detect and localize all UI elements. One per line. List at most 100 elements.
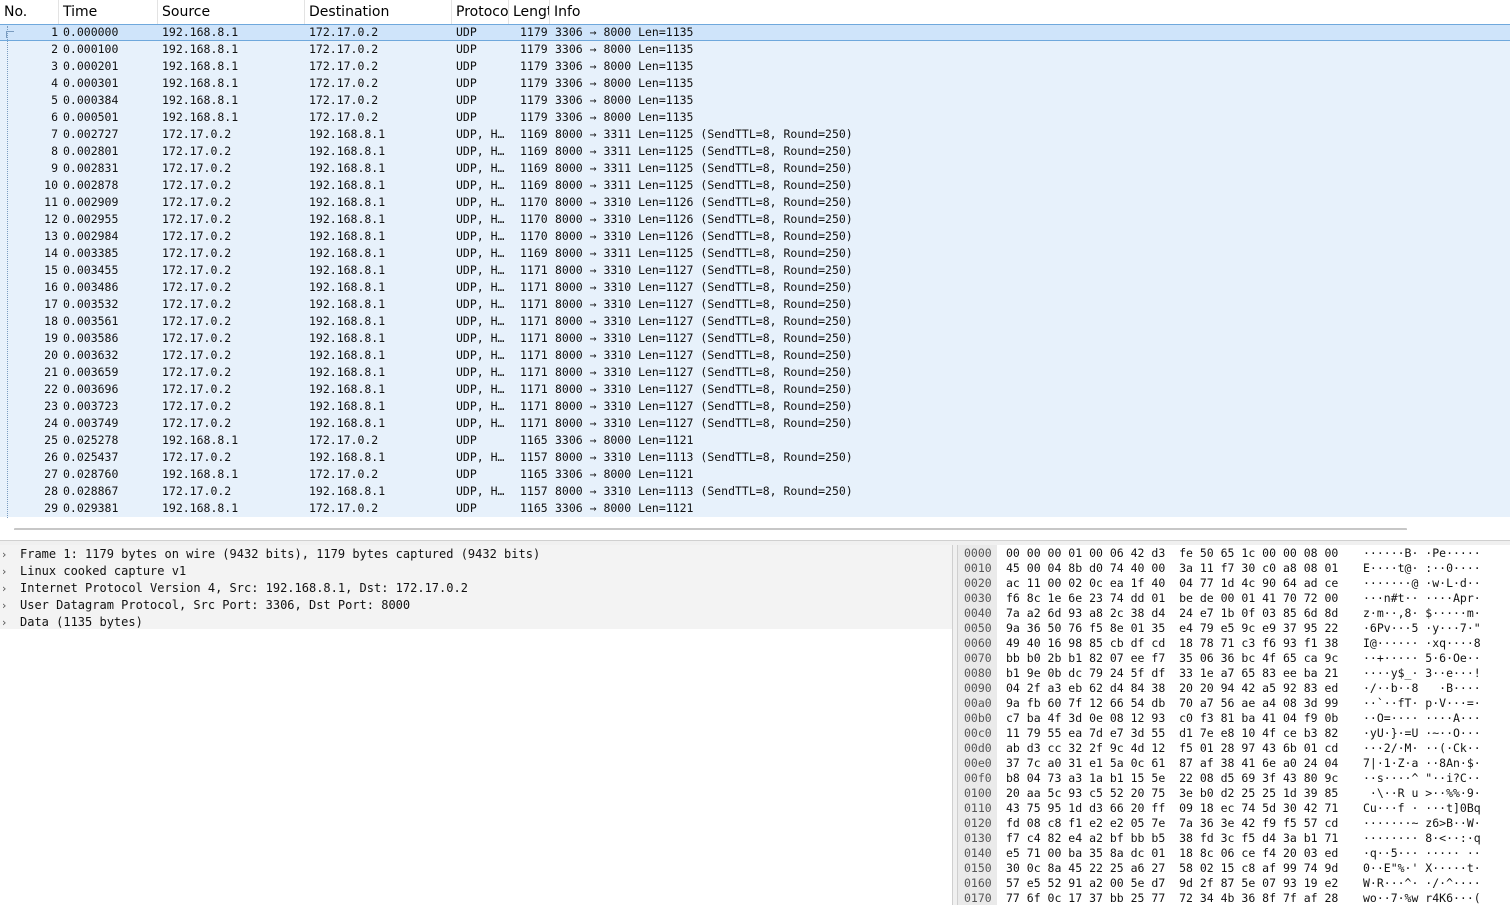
hex-offset[interactable]: 0050	[958, 621, 997, 636]
packet-row[interactable]: 17 0.003532 172.17.0.2 192.168.8.1 UDP, H… 11…	[0, 296, 1510, 313]
hex-offset[interactable]: 0170	[958, 891, 997, 905]
packet-row[interactable]: 24 0.003749 172.17.0.2 192.168.8.1 UDP, H… 11…	[0, 415, 1510, 432]
hex-offset[interactable]: 0010	[958, 561, 997, 576]
hex-bytes[interactable]: 49 40 16 98 85 cb df cd 18 78 71 c3 f6 9…	[1006, 636, 1338, 651]
packet-row[interactable]: 5 0.000384 192.168.8.1 172.17.0.2 UDP 1179 330…	[0, 92, 1510, 109]
packet-row[interactable]: 14 0.003385 172.17.0.2 192.168.8.1 UDP, H… 11…	[0, 245, 1510, 262]
horizontal-scrollbar[interactable]	[14, 528, 1407, 530]
hex-ascii[interactable]: z·m··,8· $·····m·	[1363, 606, 1481, 621]
hex-ascii[interactable]: ··s····^ "··i?C··	[1363, 771, 1481, 786]
hex-bytes[interactable]: 20 aa 5c 93 c5 52 20 75 3e b0 d2 25 25 1…	[1006, 786, 1338, 801]
packet-row[interactable]: 20 0.003632 172.17.0.2 192.168.8.1 UDP, H… 11…	[0, 347, 1510, 364]
packet-row[interactable]: 27 0.028760 192.168.8.1 172.17.0.2 UDP 1165 33…	[0, 466, 1510, 483]
column-header-protocol[interactable]: Protoco	[452, 0, 509, 24]
hex-bytes[interactable]: 30 0c 8a 45 22 25 a6 27 58 02 15 c8 af 9…	[1006, 861, 1338, 876]
hex-bytes[interactable]: c7 ba 4f 3d 0e 08 12 93 c0 f3 81 ba 41 0…	[1006, 711, 1338, 726]
hex-ascii[interactable]: ·/··b··8 ·B····	[1363, 681, 1481, 696]
hex-offset[interactable]: 00e0	[958, 756, 997, 771]
hex-bytes[interactable]: 7a a2 6d 93 a8 2c 38 d4 24 e7 1b 0f 03 8…	[1006, 606, 1338, 621]
hex-ascii[interactable]: Cu···f · ···t]0Bq	[1363, 801, 1481, 816]
packet-row[interactable]: 7 0.002727 172.17.0.2 192.168.8.1 UDP, H… 116…	[0, 126, 1510, 143]
details-tree-item[interactable]: › User Datagram Protocol, Src Port: 3306,…	[0, 597, 952, 614]
hex-ascii[interactable]: ··`··fT· p·V···=·	[1363, 696, 1481, 711]
hex-ascii[interactable]: ·yU·}·=U ·~··O···	[1363, 726, 1481, 741]
hex-bytes[interactable]: 57 e5 52 91 a2 00 5e d7 9d 2f 87 5e 07 9…	[1006, 876, 1338, 891]
column-header-no[interactable]: No.	[0, 0, 59, 24]
hex-ascii[interactable]: ·\··R u >··%%·9·	[1363, 786, 1481, 801]
hex-offset[interactable]: 0020	[958, 576, 997, 591]
hex-bytes[interactable]: 9a 36 50 76 f5 8e 01 35 e4 79 e5 9c e9 3…	[1006, 621, 1338, 636]
hex-bytes[interactable]: 9a fb 60 7f 12 66 54 db 70 a7 56 ae a4 0…	[1006, 696, 1338, 711]
hex-offset[interactable]: 0040	[958, 606, 997, 621]
hex-ascii[interactable]: ······B· ·Pe·····	[1363, 546, 1481, 561]
packet-row[interactable]: 26 0.025437 172.17.0.2 192.168.8.1 UDP, H… 11…	[0, 449, 1510, 466]
packet-row[interactable]: 12 0.002955 172.17.0.2 192.168.8.1 UDP, H… 11…	[0, 211, 1510, 228]
packet-row[interactable]: 11 0.002909 172.17.0.2 192.168.8.1 UDP, H… 11…	[0, 194, 1510, 211]
hex-ascii[interactable]: ·······@ ·w·L·d··	[1363, 576, 1481, 591]
hex-bytes[interactable]: f6 8c 1e 6e 23 74 dd 01 be de 00 01 41 7…	[1006, 591, 1338, 606]
hex-bytes[interactable]: fd 08 c8 f1 e2 e2 05 7e 7a 36 3e 42 f9 f…	[1006, 816, 1338, 831]
hex-offset[interactable]: 0130	[958, 831, 997, 846]
hex-bytes[interactable]: ab d3 cc 32 2f 9c 4d 12 f5 01 28 97 43 6…	[1006, 741, 1338, 756]
expand-chevron-icon[interactable]: ›	[2, 597, 12, 614]
hex-bytes[interactable]: b1 9e 0b dc 79 24 5f df 33 1e a7 65 83 e…	[1006, 666, 1338, 681]
packet-row[interactable]: 23 0.003723 172.17.0.2 192.168.8.1 UDP, H… 11…	[0, 398, 1510, 415]
packet-row[interactable]: 8 0.002801 172.17.0.2 192.168.8.1 UDP, H… 116…	[0, 143, 1510, 160]
packet-row[interactable]: 29 0.029381 192.168.8.1 172.17.0.2 UDP 1165 33…	[0, 500, 1510, 517]
hex-ascii[interactable]: ····y$_· 3··e···!	[1363, 666, 1481, 681]
details-tree-item[interactable]: › Frame 1: 1179 bytes on wire (9432 bits)…	[0, 546, 952, 563]
packet-row[interactable]: 22 0.003696 172.17.0.2 192.168.8.1 UDP, H… 11…	[0, 381, 1510, 398]
column-header-time[interactable]: Time	[59, 0, 158, 24]
packet-row[interactable]: 15 0.003455 172.17.0.2 192.168.8.1 UDP, H… 11…	[0, 262, 1510, 279]
hex-bytes[interactable]: bb b0 2b b1 82 07 ee f7 35 06 36 bc 4f 6…	[1006, 651, 1338, 666]
column-header-info[interactable]: Info	[550, 0, 1510, 24]
hex-bytes[interactable]: f7 c4 82 e4 a2 bf bb b5 38 fd 3c f5 d4 3…	[1006, 831, 1338, 846]
packet-row[interactable]: 25 0.025278 192.168.8.1 172.17.0.2 UDP 1165 33…	[0, 432, 1510, 449]
hex-ascii[interactable]: ··O=···· ····A···	[1363, 711, 1481, 726]
packet-list[interactable]: No. Time Source Destination Protoco Leng…	[0, 0, 1510, 530]
hex-offset[interactable]: 00f0	[958, 771, 997, 786]
hex-ascii[interactable]: ········ 8·<··:·q	[1363, 831, 1481, 846]
hex-ascii[interactable]: W·R···^· ·/·^····	[1363, 876, 1481, 891]
hex-ascii[interactable]: ···2/·M· ··(·Ck··	[1363, 741, 1481, 756]
details-tree-item[interactable]: › Data (1135 bytes)	[0, 614, 952, 631]
hex-offset[interactable]: 0110	[958, 801, 997, 816]
hex-offset[interactable]: 0070	[958, 651, 997, 666]
hex-offset[interactable]: 00a0	[958, 696, 997, 711]
hex-offset[interactable]: 0120	[958, 816, 997, 831]
hex-offset[interactable]: 00c0	[958, 726, 997, 741]
column-header-destination[interactable]: Destination	[305, 0, 452, 24]
column-header-length[interactable]: Lengt	[509, 0, 550, 24]
expand-chevron-icon[interactable]: ›	[2, 546, 12, 563]
hex-ascii[interactable]: 7|·1·Z·a ··8An·$·	[1363, 756, 1481, 771]
expand-chevron-icon[interactable]: ›	[2, 563, 12, 580]
packet-row[interactable]: 3 0.000201 192.168.8.1 172.17.0.2 UDP 1179 330…	[0, 58, 1510, 75]
packet-bytes[interactable]: 0000 00 00 00 01 00 06 42 d3 fe 50 65 1c …	[958, 545, 1510, 905]
packet-row[interactable]: 28 0.028867 172.17.0.2 192.168.8.1 UDP, H… 11…	[0, 483, 1510, 500]
packet-row[interactable]: 18 0.003561 172.17.0.2 192.168.8.1 UDP, H… 11…	[0, 313, 1510, 330]
packet-row[interactable]: 13 0.002984 172.17.0.2 192.168.8.1 UDP, H… 11…	[0, 228, 1510, 245]
details-tree-item[interactable]: › Internet Protocol Version 4, Src: 192.1…	[0, 580, 952, 597]
hex-offset[interactable]: 0080	[958, 666, 997, 681]
hex-offset[interactable]: 0030	[958, 591, 997, 606]
hex-offset[interactable]: 0000	[958, 546, 997, 561]
hex-offset[interactable]: 00b0	[958, 711, 997, 726]
packet-row[interactable]: 9 0.002831 172.17.0.2 192.168.8.1 UDP, H… 116…	[0, 160, 1510, 177]
hex-ascii[interactable]: ·q··5··· ····· ··	[1363, 846, 1481, 861]
expand-chevron-icon[interactable]: ›	[2, 580, 12, 597]
packet-details[interactable]: › Frame 1: 1179 bytes on wire (9432 bits)…	[0, 545, 952, 905]
packet-row[interactable]: 19 0.003586 172.17.0.2 192.168.8.1 UDP, H… 11…	[0, 330, 1510, 347]
hex-ascii[interactable]: I@······ ·xq····8	[1363, 636, 1481, 651]
hex-ascii[interactable]: ·······~ z6>B··W·	[1363, 816, 1481, 831]
packet-row-selected[interactable]: 1 0.000000 192.168.8.1 172.17.0.2 UDP 1179 330…	[0, 24, 1510, 41]
hex-bytes[interactable]: 43 75 95 1d d3 66 20 ff 09 18 ec 74 5d 3…	[1006, 801, 1338, 816]
hex-ascii[interactable]: 0··E"%·' X·····t·	[1363, 861, 1481, 876]
hex-ascii[interactable]: wo··7·%w r4K6···(	[1363, 891, 1481, 905]
hex-bytes[interactable]: 00 00 00 01 00 06 42 d3 fe 50 65 1c 00 0…	[1006, 546, 1338, 561]
hex-bytes[interactable]: e5 71 00 ba 35 8a dc 01 18 8c 06 ce f4 2…	[1006, 846, 1338, 861]
hex-bytes[interactable]: 77 6f 0c 17 37 bb 25 77 72 34 4b 36 8f 7…	[1006, 891, 1338, 905]
hex-ascii[interactable]: ··+····· 5·6·Oe··	[1363, 651, 1481, 666]
packet-row[interactable]: 16 0.003486 172.17.0.2 192.168.8.1 UDP, H… 11…	[0, 279, 1510, 296]
packet-row[interactable]: 4 0.000301 192.168.8.1 172.17.0.2 UDP 1179 330…	[0, 75, 1510, 92]
hex-bytes[interactable]: 45 00 04 8b d0 74 40 00 3a 11 f7 30 c0 a…	[1006, 561, 1338, 576]
